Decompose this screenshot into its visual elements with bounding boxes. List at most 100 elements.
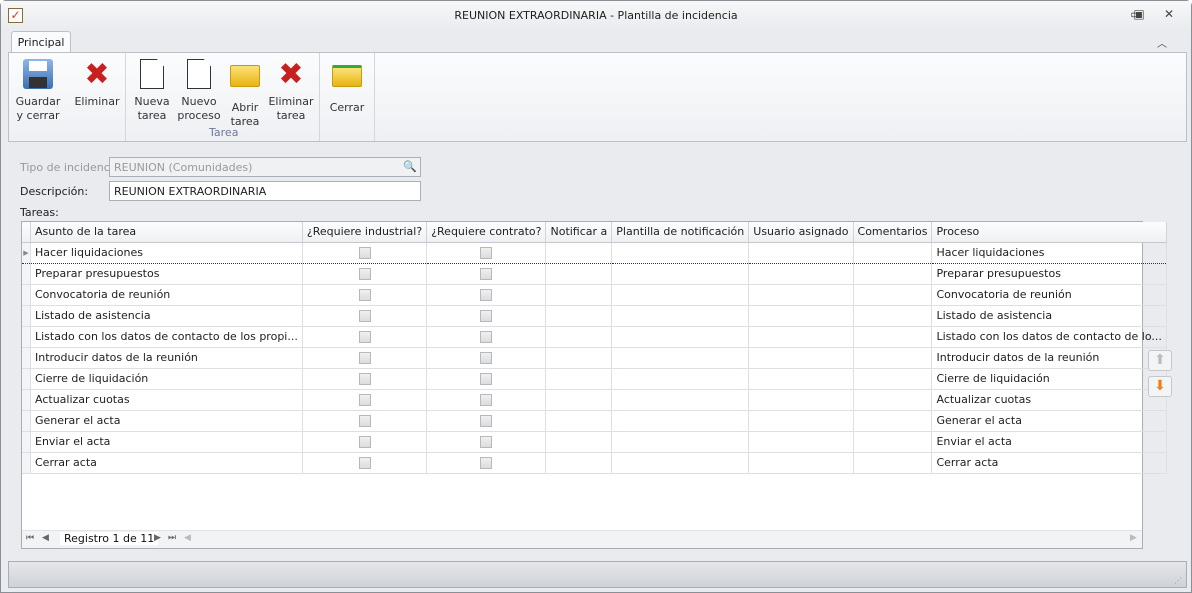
cell-proceso[interactable]: Listado de asistencia: [931, 305, 1167, 327]
requiere-industrial-checkbox[interactable]: [358, 457, 371, 469]
requiere-industrial-checkbox[interactable]: [358, 268, 371, 280]
search-icon[interactable]: 🔍: [403, 160, 417, 173]
column-header[interactable]: Proceso: [931, 222, 1167, 243]
row-indicator[interactable]: [22, 347, 31, 369]
table-row[interactable]: Enviar el acta Enviar el acta: [22, 431, 1167, 453]
cell-asunto[interactable]: Preparar presupuestos: [30, 263, 303, 285]
prev-record-button[interactable]: ◀: [42, 533, 49, 543]
cell-asunto[interactable]: Introducir datos de la reunión: [30, 347, 303, 369]
cell-plantilla[interactable]: [611, 389, 750, 411]
cell-usuario[interactable]: [748, 410, 854, 432]
cell-asunto[interactable]: Generar el acta: [30, 410, 303, 432]
requiere-industrial-checkbox[interactable]: [358, 247, 371, 259]
table-row[interactable]: Generar el acta Generar el acta: [22, 410, 1167, 432]
scroll-left-button[interactable]: ◀: [184, 533, 191, 543]
cell-plantilla[interactable]: [611, 410, 750, 432]
cell-proceso[interactable]: Convocatoria de reunión: [931, 284, 1167, 306]
column-header[interactable]: Plantilla de notificación: [611, 222, 750, 243]
row-indicator[interactable]: [22, 305, 31, 327]
cell-notificar[interactable]: [545, 305, 613, 327]
column-header[interactable]: ¿Requiere contrato?: [426, 222, 547, 243]
requiere-contrato-checkbox[interactable]: [480, 247, 493, 259]
resize-grip-icon[interactable]: ⋰: [1174, 576, 1182, 585]
cell-asunto[interactable]: Hacer liquidaciones: [30, 241, 303, 264]
move-up-button[interactable]: ⬆: [1148, 350, 1172, 371]
row-indicator[interactable]: [22, 389, 31, 411]
row-indicator[interactable]: [22, 452, 31, 474]
cell-plantilla[interactable]: [611, 368, 750, 390]
cell-notificar[interactable]: [545, 284, 613, 306]
requiere-contrato-checkbox[interactable]: [480, 352, 493, 364]
requiere-industrial-checkbox[interactable]: [358, 310, 371, 322]
last-record-button[interactable]: ⏭: [168, 533, 176, 543]
requiere-industrial-checkbox[interactable]: [358, 394, 371, 406]
move-down-button[interactable]: ⬇: [1148, 376, 1172, 397]
cell-notificar[interactable]: [545, 347, 613, 369]
cell-asunto[interactable]: Convocatoria de reunión: [30, 284, 303, 306]
cell-proceso[interactable]: Introducir datos de la reunión: [931, 347, 1167, 369]
cell-proceso[interactable]: Enviar el acta: [931, 431, 1167, 453]
cell-comentarios[interactable]: [853, 410, 933, 432]
cell-notificar[interactable]: [545, 431, 613, 453]
cell-proceso[interactable]: Actualizar cuotas: [931, 389, 1167, 411]
delete-task-button[interactable]: ✖ Eliminar tarea: [268, 59, 314, 123]
table-row[interactable]: Actualizar cuotas Actualizar cuotas: [22, 389, 1167, 411]
cell-usuario[interactable]: [748, 326, 854, 348]
cell-plantilla[interactable]: [611, 326, 750, 348]
requiere-contrato-checkbox[interactable]: [480, 436, 493, 448]
maximize-button[interactable]: ▣: [1129, 7, 1149, 23]
requiere-contrato-checkbox[interactable]: [480, 289, 493, 301]
table-row[interactable]: Introducir datos de la reunión Introducir…: [22, 347, 1167, 369]
cell-asunto[interactable]: Enviar el acta: [30, 431, 303, 453]
tipo-incidencia-field[interactable]: REUNION (Comunidades) 🔍: [109, 157, 421, 177]
cell-comentarios[interactable]: [853, 241, 933, 264]
cell-plantilla[interactable]: [611, 241, 750, 264]
table-row[interactable]: Cierre de liquidación Cierre de liquidaci…: [22, 368, 1167, 390]
cell-usuario[interactable]: [748, 284, 854, 306]
first-record-button[interactable]: ⏮: [26, 533, 34, 543]
cell-notificar[interactable]: [545, 241, 613, 264]
cell-comentarios[interactable]: [853, 368, 933, 390]
close-button[interactable]: ✕: [1159, 7, 1179, 23]
cell-usuario[interactable]: [748, 389, 854, 411]
cell-plantilla[interactable]: [611, 347, 750, 369]
cell-usuario[interactable]: [748, 241, 854, 264]
requiere-industrial-checkbox[interactable]: [358, 415, 371, 427]
column-header[interactable]: Comentarios: [853, 222, 933, 243]
cell-notificar[interactable]: [545, 410, 613, 432]
table-row[interactable]: Preparar presupuestos Preparar presupuest…: [22, 263, 1167, 285]
requiere-industrial-checkbox[interactable]: [358, 373, 371, 385]
cell-comentarios[interactable]: [853, 431, 933, 453]
tab-principal[interactable]: Principal: [11, 31, 71, 53]
column-header[interactable]: Notificar a: [545, 222, 613, 243]
cell-usuario[interactable]: [748, 263, 854, 285]
cell-asunto[interactable]: Listado con los datos de contacto de los…: [30, 326, 303, 348]
requiere-contrato-checkbox[interactable]: [480, 268, 493, 280]
cell-notificar[interactable]: [545, 389, 613, 411]
cell-notificar[interactable]: [545, 326, 613, 348]
requiere-contrato-checkbox[interactable]: [480, 394, 493, 406]
cell-plantilla[interactable]: [611, 263, 750, 285]
descripcion-input[interactable]: REUNION EXTRAORDINARIA: [109, 181, 421, 201]
cell-plantilla[interactable]: [611, 452, 750, 474]
cell-plantilla[interactable]: [611, 305, 750, 327]
close-form-button[interactable]: Cerrar: [327, 59, 367, 115]
collapse-ribbon-icon[interactable]: ︿: [1157, 35, 1167, 50]
cell-plantilla[interactable]: [611, 284, 750, 306]
next-record-button[interactable]: ▶: [154, 533, 161, 543]
row-indicator[interactable]: [22, 368, 31, 390]
requiere-industrial-checkbox[interactable]: [358, 289, 371, 301]
save-close-button[interactable]: Guardar y cerrar: [13, 59, 63, 123]
cell-usuario[interactable]: [748, 431, 854, 453]
delete-button[interactable]: ✖ Eliminar: [72, 59, 122, 109]
column-header[interactable]: ¿Requiere industrial?: [302, 222, 428, 243]
cell-proceso[interactable]: Hacer liquidaciones: [931, 241, 1167, 264]
row-indicator[interactable]: [22, 431, 31, 453]
row-indicator[interactable]: [22, 284, 31, 306]
requiere-contrato-checkbox[interactable]: [480, 331, 493, 343]
requiere-contrato-checkbox[interactable]: [480, 457, 493, 469]
cell-comentarios[interactable]: [853, 263, 933, 285]
scroll-right-button[interactable]: ▶: [1130, 533, 1137, 543]
cell-asunto[interactable]: Cerrar acta: [30, 452, 303, 474]
cell-comentarios[interactable]: [853, 305, 933, 327]
